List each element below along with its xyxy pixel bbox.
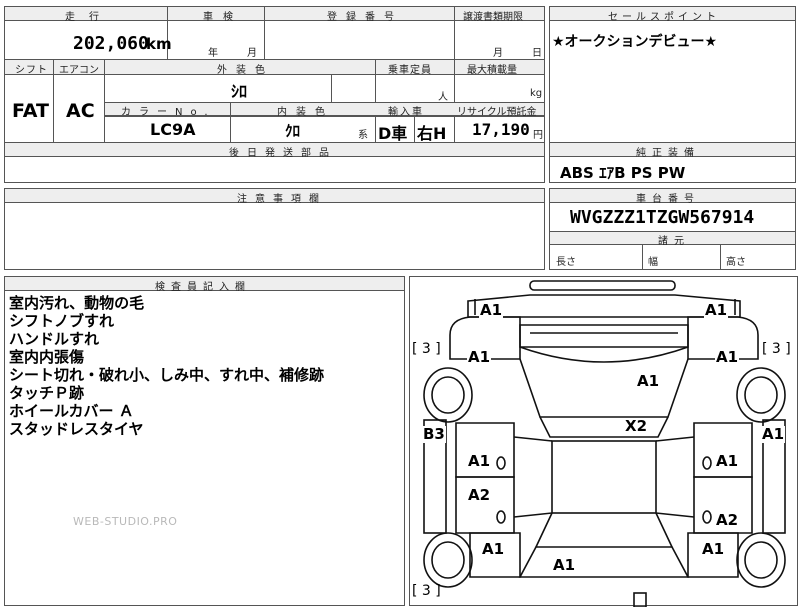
car-diagram <box>423 280 786 607</box>
max-load-header: 最大積載量 <box>467 65 517 76</box>
chassis-value: WVGZZZ1TZGW567914 <box>570 207 755 228</box>
import-value-1: D車 <box>378 124 408 143</box>
import-header: 輸入車 <box>388 107 424 118</box>
sales-points-header: セールスポイント <box>608 12 720 23</box>
aircon-header: エアコン <box>59 65 99 76</box>
inspector-line: タッチＰ跡 <box>9 384 85 402</box>
damage-mark: B3 <box>422 425 446 443</box>
transfer-deadline-header: 譲渡書類期限 <box>463 12 523 23</box>
damage-mark: A1 <box>715 348 740 366</box>
damage-mark: A1 <box>479 301 504 319</box>
damage-mark: A1 <box>552 556 577 574</box>
registration-header: 登録番号 <box>327 12 403 23</box>
dims-header: 諸元 <box>658 236 690 247</box>
inspection-header: 車検 <box>203 12 243 23</box>
later-parts-box: 後日発送部品 <box>4 142 545 183</box>
chassis-header: 車台番号 <box>636 194 700 205</box>
width-label: 幅 <box>648 257 658 268</box>
tire-rating: [ 3 ] <box>412 583 441 599</box>
deadline-day-label: 日 <box>532 48 542 59</box>
inspector-line: ホイールカバー Ａ <box>9 402 134 420</box>
recycle-header: リサイクル預託金 <box>457 107 537 118</box>
interior-color-value: ｸﾛ <box>285 122 301 140</box>
inspector-header: 検査員記入欄 <box>155 282 251 293</box>
exterior-color-value: ｼﾛ <box>231 82 248 101</box>
damage-mark: A1 <box>761 425 786 443</box>
recycle-value: 17,190 <box>472 120 530 139</box>
chassis-box: 車台番号 WVGZZZ1TZGW567914 諸元 長さ 幅 高さ <box>549 188 796 270</box>
damage-mark: A1 <box>467 452 492 470</box>
capacity-header: 乗車定員 <box>388 65 432 76</box>
equipment-value: ABS ｴｱB PS PW <box>560 164 686 182</box>
damage-mark: A1 <box>467 348 492 366</box>
damage-mark: A1 <box>701 540 726 558</box>
interior-color-header: 内装色 <box>277 107 334 118</box>
tire-rating: [ 3 ] <box>412 341 441 357</box>
watermark: WEB-STUDIO.PRO <box>73 515 178 528</box>
damage-mark: A1 <box>636 372 661 390</box>
notes-header: 注意事項欄 <box>237 194 327 205</box>
deadline-month-label: 月 <box>493 48 503 59</box>
color-no-header: カラーNo. <box>121 107 216 118</box>
inspector-line: シート切れ・破れ小、しみ中、すれ中、補修跡 <box>9 366 325 384</box>
sales-point-text: ★オークションデビュー★ <box>552 34 718 50</box>
inspector-box: 検査員記入欄 室内汚れ、動物の毛 シフトノブすれ ハンドルすれ 室内内張傷 シー… <box>4 276 405 606</box>
max-load-unit: kg <box>530 88 543 99</box>
mileage-unit: km <box>146 35 172 53</box>
recycle-unit: 円 <box>533 130 543 141</box>
inspector-line: シフトノブすれ <box>9 312 115 330</box>
year-label: 年 <box>208 48 218 59</box>
color-no-value: LC9A <box>150 120 196 139</box>
sales-points-box: セールスポイント ★オークションデビュー★ <box>549 6 796 143</box>
shift-header: シフト <box>15 65 48 76</box>
inspector-line: ハンドルすれ <box>9 330 100 348</box>
shift-value: FAT <box>12 100 49 122</box>
later-parts-header: 後日発送部品 <box>229 148 337 159</box>
damage-map-box: [ 3 ] [ 3 ] [ 3 ] A1 A1 A1 A1 A1 X2 B3 A… <box>409 276 798 607</box>
damage-mark: A2 <box>715 511 740 529</box>
notes-box: 注意事項欄 <box>4 188 545 270</box>
inspector-line: 室内内張傷 <box>9 348 85 366</box>
mileage-header: 走行 <box>65 12 113 23</box>
damage-mark: A1 <box>481 540 506 558</box>
interior-color-suffix: 系 <box>358 130 368 141</box>
mileage-value: 202,060 <box>73 33 149 54</box>
tire-rating: [ 3 ] <box>762 341 791 357</box>
height-label: 高さ <box>726 257 746 268</box>
length-label: 長さ <box>556 257 576 268</box>
top-info-box: 走行 車検 登録番号 譲渡書類期限 202,060 km 年 月 月 日 <box>4 6 545 60</box>
aircon-value: AC <box>66 100 95 122</box>
month-label: 月 <box>247 48 257 59</box>
damage-mark: A2 <box>467 486 492 504</box>
equipment-header: 純正装備 <box>636 148 700 159</box>
damage-mark: X2 <box>624 417 649 435</box>
inspector-line: 室内汚れ、動物の毛 <box>9 294 145 312</box>
spec-box: シフト エアコン 外装色 乗車定員 最大積載量 ｼﾛ 人 kg カラーNo. 内… <box>4 59 545 143</box>
damage-mark: A1 <box>715 452 740 470</box>
damage-mark: A1 <box>704 301 729 319</box>
capacity-unit: 人 <box>438 92 448 103</box>
equipment-box: 純正装備 ABS ｴｱB PS PW <box>549 142 796 183</box>
import-value-2: 右H <box>417 124 447 143</box>
inspector-line: スタッドレスタイヤ <box>9 420 144 438</box>
